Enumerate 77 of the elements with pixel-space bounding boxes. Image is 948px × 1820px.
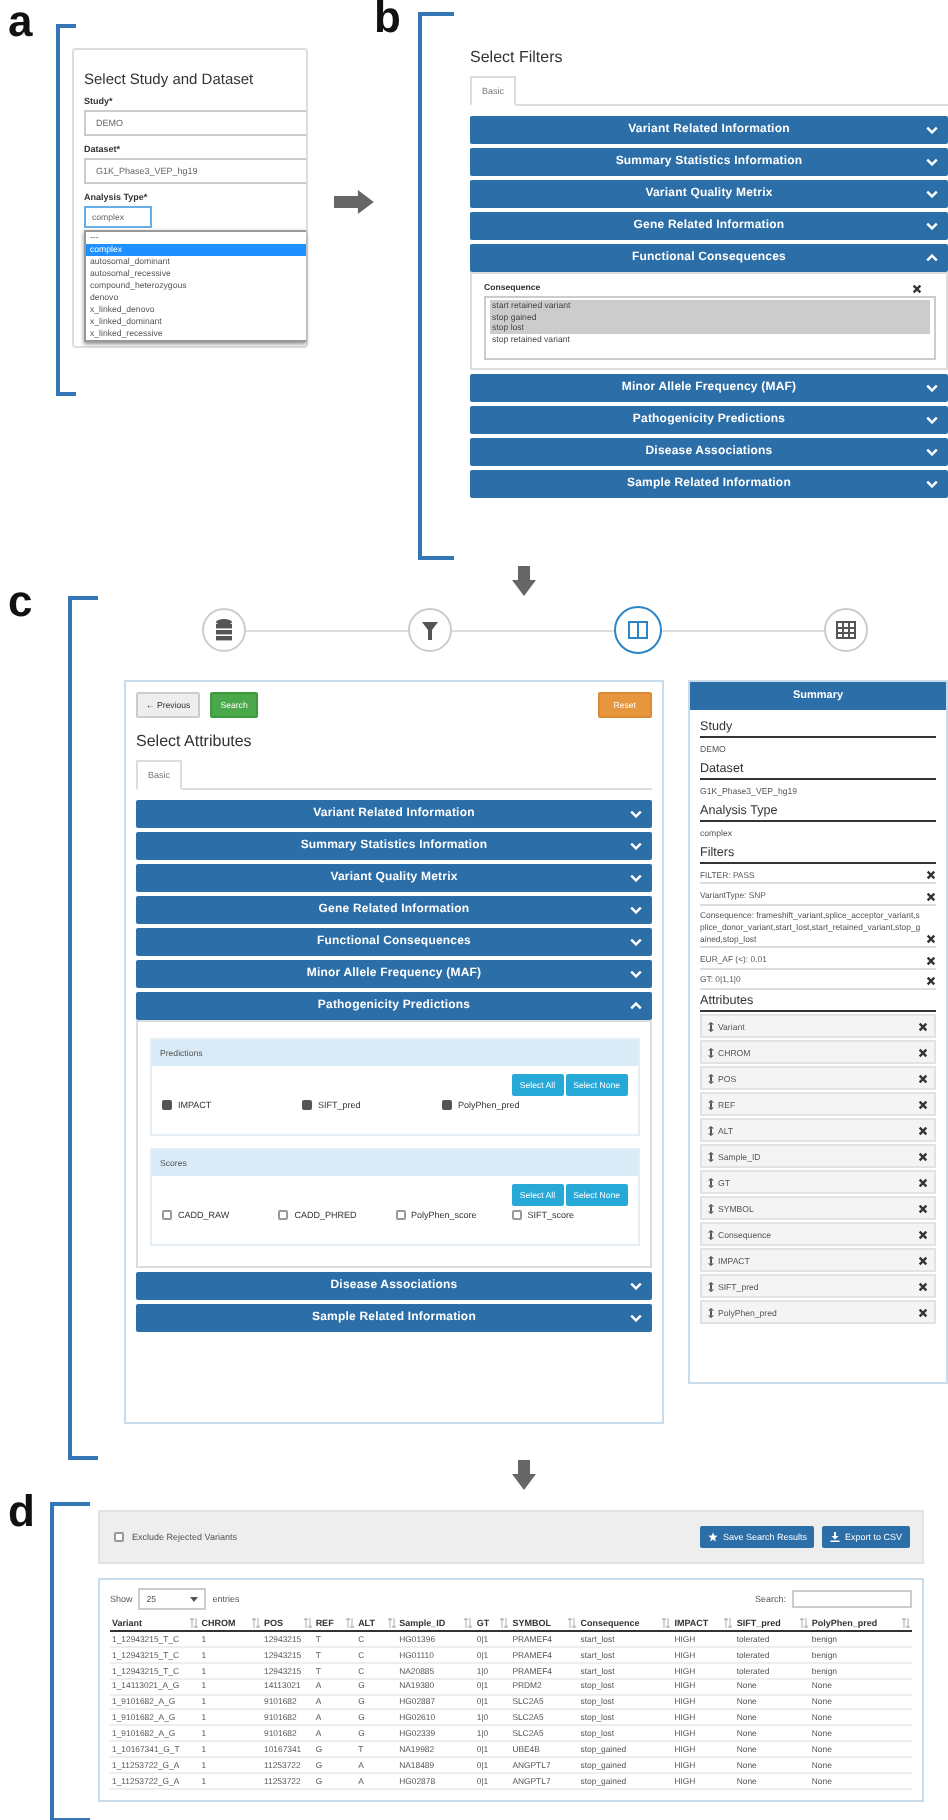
grip-icon <box>708 1307 714 1318</box>
grip-icon <box>708 1047 714 1058</box>
close-icon[interactable] <box>918 1203 928 1214</box>
section-title: Select Attributes <box>136 732 254 750</box>
chevron-down-icon <box>926 158 938 166</box>
close-icon[interactable] <box>918 1099 928 1110</box>
chevron-down-icon <box>630 1314 642 1322</box>
close-icon[interactable] <box>918 1047 928 1058</box>
grip-icon <box>708 1021 714 1032</box>
chevron-down-icon <box>630 874 642 882</box>
close-icon[interactable] <box>918 1281 928 1292</box>
download-icon <box>830 1532 841 1542</box>
checkbox[interactable] <box>114 1532 124 1542</box>
step-button[interactable] <box>202 608 246 652</box>
filter-icon <box>422 622 438 640</box>
database-icon <box>216 619 232 641</box>
chevron-down-icon <box>630 970 642 978</box>
star-icon <box>708 1532 719 1542</box>
checkbox[interactable] <box>162 1210 172 1220</box>
grip-icon <box>708 1281 714 1292</box>
checkbox[interactable] <box>442 1100 452 1110</box>
panel-label: d <box>8 1490 37 1540</box>
chevron-down-icon <box>926 480 938 488</box>
close-icon[interactable] <box>918 1229 928 1240</box>
chevron-down-icon <box>926 448 938 456</box>
right-arrow-icon <box>334 190 374 214</box>
columns-icon <box>628 621 648 639</box>
grip-icon <box>708 1177 714 1188</box>
grip-icon <box>708 1203 714 1214</box>
panel-label: a <box>8 0 35 50</box>
down-arrow-icon <box>512 1460 536 1490</box>
close-icon[interactable] <box>918 1307 928 1318</box>
grip-icon <box>708 1255 714 1266</box>
close-icon[interactable] <box>918 1151 928 1162</box>
chevron-down-icon <box>926 222 938 230</box>
chevron-down-icon <box>630 938 642 946</box>
close-icon[interactable] <box>926 934 936 945</box>
caret-icon <box>190 1594 199 1604</box>
close-icon[interactable] <box>926 955 936 966</box>
chevron-up-icon <box>926 254 938 262</box>
chevron-down-icon <box>926 190 938 198</box>
close-icon[interactable] <box>918 1021 928 1032</box>
step-button[interactable] <box>824 608 868 652</box>
close-icon[interactable] <box>918 1073 928 1084</box>
grip-icon <box>708 1151 714 1162</box>
checkbox[interactable] <box>511 1210 522 1220</box>
checkbox[interactable] <box>162 1100 172 1110</box>
checkbox[interactable] <box>395 1210 405 1220</box>
chevron-down-icon <box>630 906 642 914</box>
chevron-down-icon <box>926 384 938 392</box>
close-icon[interactable] <box>918 1125 928 1136</box>
chevron-down-icon <box>926 126 938 134</box>
chevron-up-icon <box>630 1002 642 1010</box>
grip-icon <box>708 1229 714 1240</box>
step-button[interactable] <box>614 606 662 654</box>
grip-icon <box>708 1099 714 1110</box>
chevron-down-icon <box>926 416 938 424</box>
checkbox[interactable] <box>302 1100 312 1110</box>
close-icon[interactable] <box>918 1177 928 1188</box>
close-icon[interactable] <box>926 870 936 881</box>
close-icon[interactable] <box>926 891 936 902</box>
step-button[interactable] <box>408 608 452 652</box>
close-icon[interactable] <box>926 976 936 987</box>
panel-label: c <box>8 580 35 630</box>
chevron-down-icon <box>630 810 642 818</box>
grip-icon <box>708 1125 714 1136</box>
close-icon[interactable] <box>918 1255 928 1266</box>
close-icon[interactable] <box>912 284 922 294</box>
search-field[interactable] <box>792 1590 912 1608</box>
panel-label: b <box>374 0 403 46</box>
section-title: Select Filters <box>470 48 565 66</box>
checkbox[interactable] <box>278 1210 289 1220</box>
chevron-down-icon <box>630 1282 642 1290</box>
table-icon <box>836 621 856 639</box>
down-arrow-icon <box>512 566 536 596</box>
chevron-down-icon <box>630 842 642 850</box>
grip-icon <box>708 1073 714 1084</box>
